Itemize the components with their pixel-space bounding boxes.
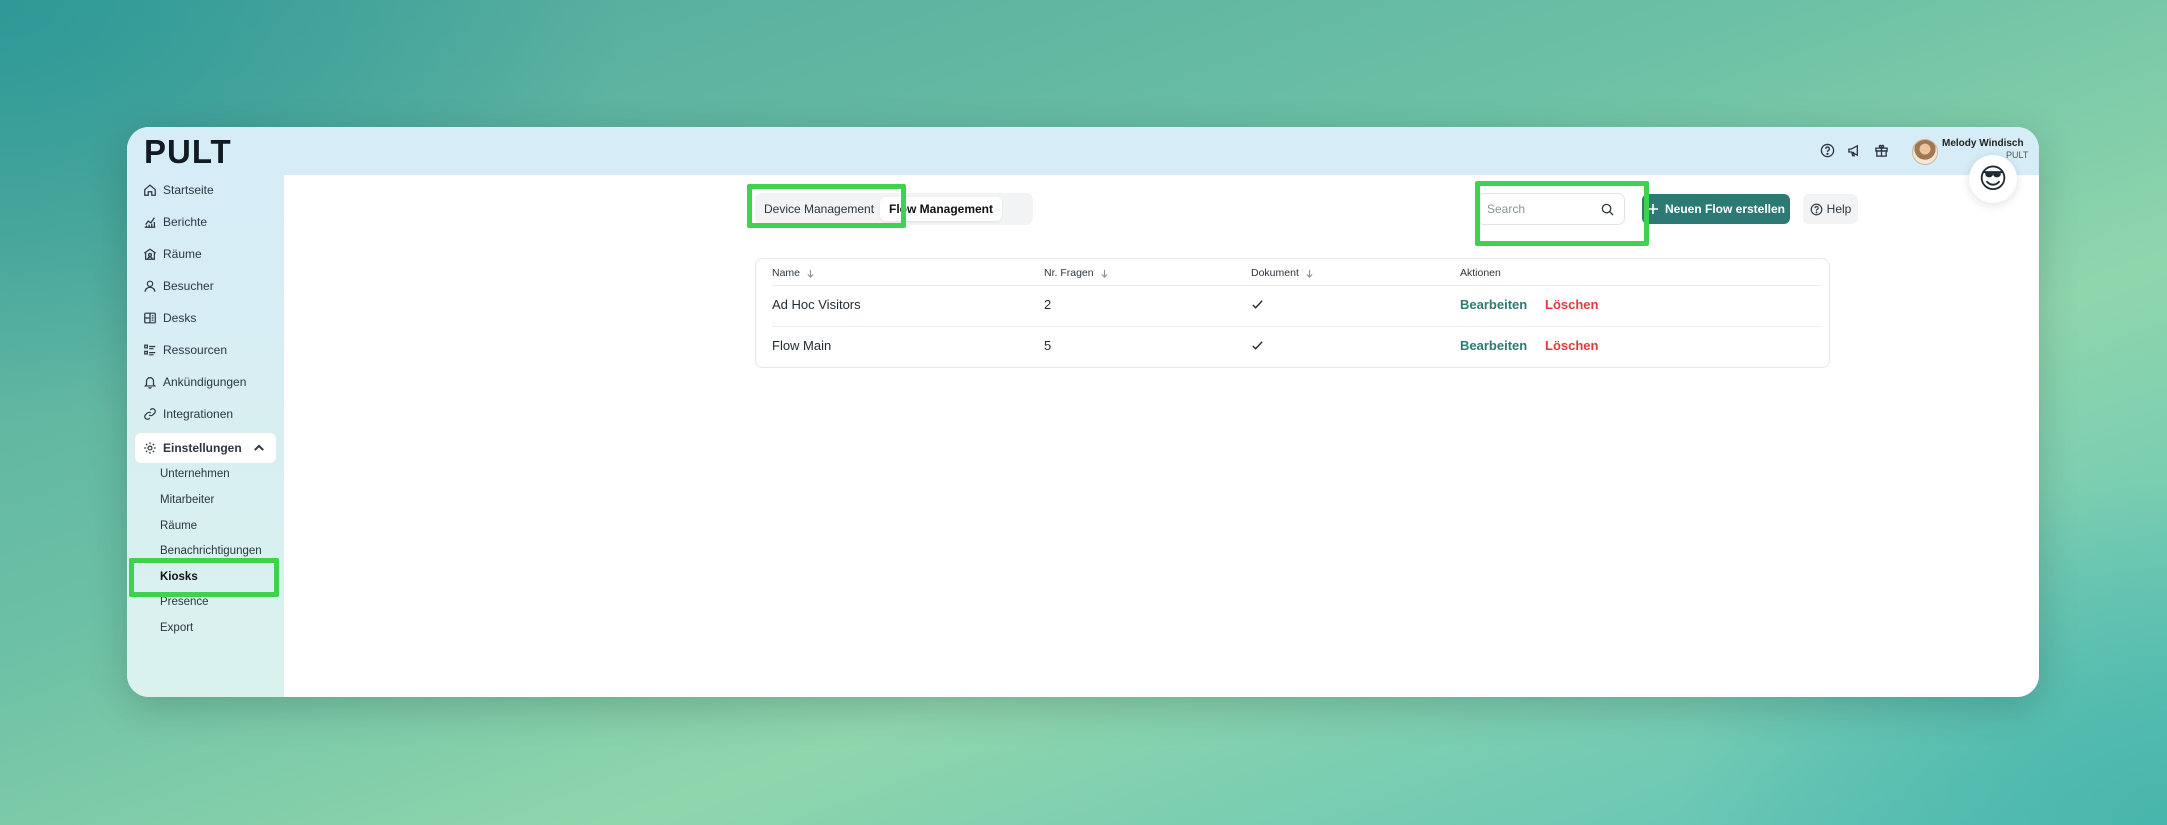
sidebar-item-startseite[interactable]: Startseite — [135, 177, 276, 203]
sort-down-icon — [1306, 269, 1313, 278]
help-button[interactable]: Help — [1803, 194, 1858, 224]
sidebar-item-ressourcen[interactable]: Ressourcen — [135, 337, 276, 363]
gear-icon — [144, 442, 156, 454]
top-bar: PULT Melody Windisch PULT — [127, 127, 2039, 175]
column-label: Aktionen — [1460, 267, 1501, 279]
logo: PULT — [144, 133, 232, 170]
sidebar-item-besucher[interactable]: Besucher — [135, 273, 276, 299]
main-content: Device Management Flow Management Search… — [284, 175, 2039, 697]
sidebar-item-ankuendigungen[interactable]: Ankündigungen — [135, 369, 276, 395]
top-icons — [1820, 143, 1889, 158]
flow-name: Flow Main — [772, 338, 832, 353]
column-header-document[interactable]: Dokument — [1251, 267, 1314, 279]
column-label: Name — [772, 267, 801, 279]
sidebar: Startseite Berichte Räume Besucher Desks… — [127, 175, 284, 697]
sidebar-subitem-kiosks[interactable]: Kiosks — [160, 571, 198, 583]
sidebar-item-label: Räume — [163, 247, 202, 261]
header-divider — [772, 285, 1821, 286]
flow-name: Ad Hoc Visitors — [772, 297, 861, 312]
column-header-actions: Aktionen — [1460, 267, 1501, 279]
new-flow-label: Neuen Flow erstellen — [1664, 202, 1786, 216]
user-icon — [144, 280, 156, 292]
sidebar-subitem-export[interactable]: Export — [160, 622, 193, 634]
chart-icon — [144, 217, 156, 228]
link-icon — [144, 408, 156, 420]
tab-device-management[interactable]: Device Management — [764, 193, 874, 225]
check-icon — [1252, 341, 1263, 350]
rooms-icon — [143, 248, 157, 260]
sunglasses-emoji-icon: 😎 — [1978, 163, 2008, 194]
tab-flow-management[interactable]: Flow Management — [880, 197, 1003, 221]
sort-down-icon — [1101, 269, 1108, 278]
app-window: PULT Melody Windisch PULT Startseite Ber… — [127, 127, 2039, 697]
sidebar-item-label: Integrationen — [163, 407, 234, 421]
delete-link[interactable]: Löschen — [1545, 297, 1598, 312]
row-divider — [772, 326, 1821, 327]
search-input[interactable]: Search — [1477, 193, 1625, 225]
sidebar-item-label: Einstellungen — [163, 441, 242, 455]
column-header-name[interactable]: Name — [772, 267, 815, 279]
sidebar-item-desks[interactable]: Desks — [135, 305, 276, 331]
desk-icon — [144, 312, 156, 324]
home-icon — [144, 184, 156, 196]
user-name: Melody Windisch — [1942, 138, 2024, 149]
user-org: PULT — [2006, 150, 2029, 160]
sidebar-item-label: Ankündigungen — [163, 375, 247, 389]
avatar[interactable] — [1912, 139, 1938, 165]
column-label: Nr. Fragen — [1044, 267, 1094, 279]
plus-icon — [1647, 204, 1658, 214]
help-label: Help — [1826, 202, 1852, 216]
delete-link[interactable]: Löschen — [1545, 338, 1598, 353]
search-icon — [1601, 203, 1614, 216]
edit-link[interactable]: Bearbeiten — [1460, 338, 1527, 353]
list-icon — [144, 344, 156, 356]
column-header-questions[interactable]: Nr. Fragen — [1044, 267, 1109, 279]
gift-icon[interactable] — [1874, 143, 1889, 158]
help-circle-icon[interactable] — [1820, 143, 1835, 158]
sidebar-subitem-presence[interactable]: Presence — [160, 596, 209, 608]
new-flow-button[interactable]: Neuen Flow erstellen — [1642, 194, 1790, 224]
flow-questions: 2 — [1044, 297, 1052, 312]
sidebar-item-label: Besucher — [163, 279, 214, 293]
edit-link[interactable]: Bearbeiten — [1460, 297, 1527, 312]
sidebar-item-label: Berichte — [163, 215, 208, 229]
sidebar-subitem-raeume[interactable]: Räume — [160, 520, 197, 532]
sidebar-item-integrationen[interactable]: Integrationen — [135, 401, 276, 427]
flows-table: Name Nr. Fragen Dokument Aktionen Ad Hoc… — [755, 258, 1830, 368]
megaphone-icon[interactable] — [1847, 143, 1862, 158]
tab-bar: Device Management Flow Management — [755, 193, 1033, 225]
column-label: Dokument — [1251, 267, 1299, 279]
sidebar-item-label: Desks — [163, 311, 197, 325]
search-placeholder: Search — [1487, 202, 1526, 216]
assistant-emoji-bubble[interactable]: 😎 — [1969, 155, 2017, 203]
help-circle-icon — [1810, 203, 1823, 215]
check-icon — [1252, 300, 1263, 309]
sidebar-subitem-unternehmen[interactable]: Unternehmen — [160, 468, 230, 480]
sidebar-item-label: Ressourcen — [163, 343, 228, 357]
sort-down-icon — [807, 269, 814, 278]
sidebar-item-berichte[interactable]: Berichte — [135, 209, 276, 235]
sidebar-subitem-benachrichtigungen[interactable]: Benachrichtigungen — [160, 545, 262, 557]
bell-icon — [144, 377, 156, 389]
flow-questions: 5 — [1044, 338, 1052, 353]
sidebar-subitem-mitarbeiter[interactable]: Mitarbeiter — [160, 494, 214, 506]
sidebar-item-label: Startseite — [163, 183, 214, 197]
sidebar-item-raeume[interactable]: Räume — [135, 241, 276, 267]
chevron-up-icon[interactable] — [252, 441, 266, 455]
sidebar-item-einstellungen[interactable]: Einstellungen — [135, 433, 276, 463]
